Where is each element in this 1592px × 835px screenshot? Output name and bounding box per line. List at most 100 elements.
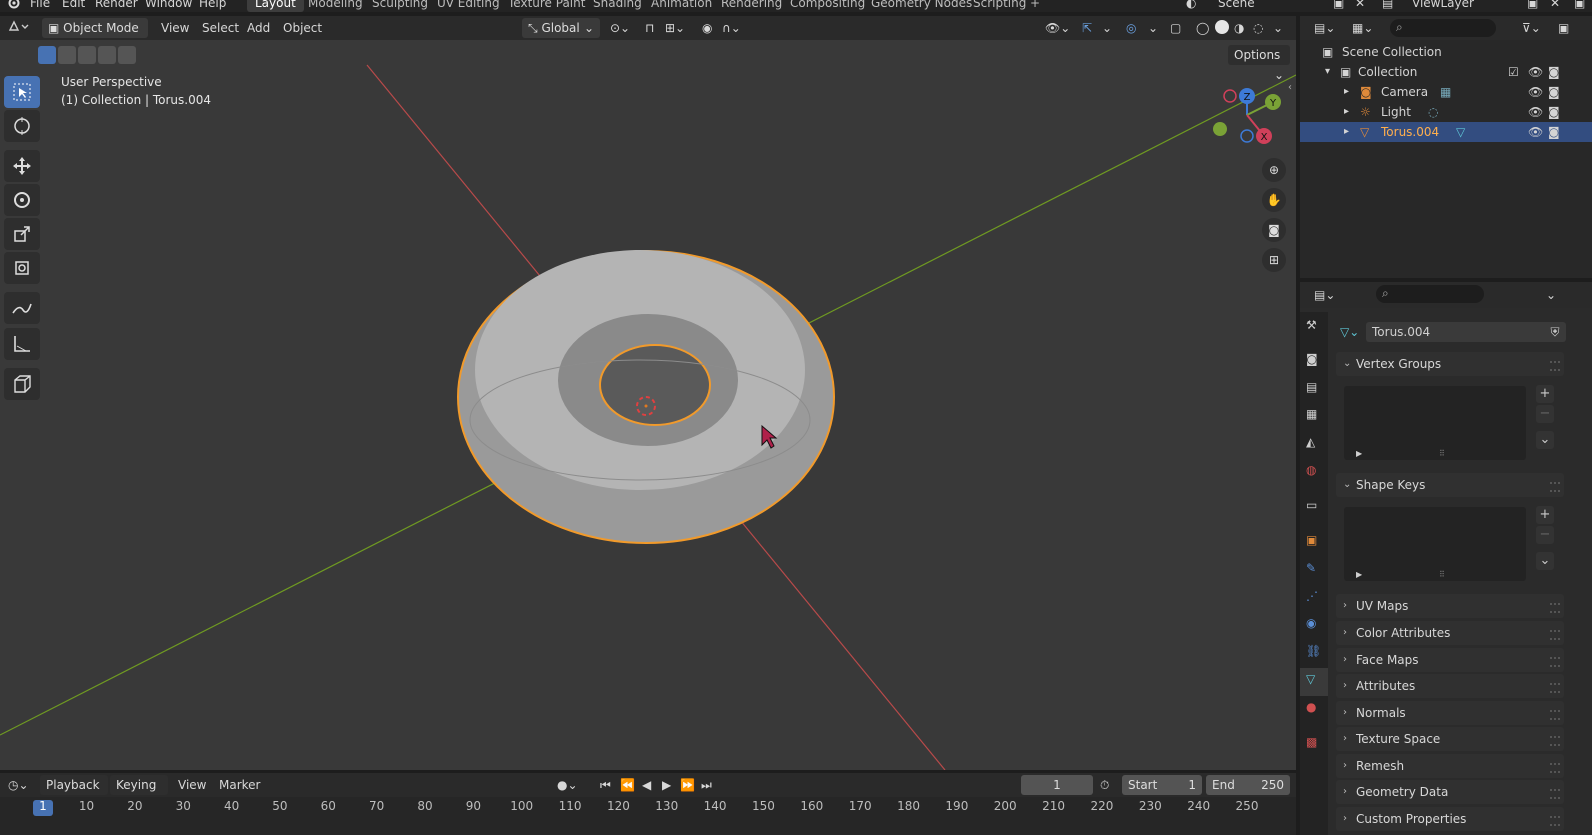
drag-grip-icon[interactable] <box>1550 361 1560 371</box>
drag-grip-icon[interactable] <box>1550 763 1560 773</box>
play-reverse-icon[interactable]: ◀ <box>642 775 651 795</box>
drag-grip-icon[interactable] <box>1550 736 1560 746</box>
scene-tab-icon[interactable]: ◭ <box>1306 435 1315 449</box>
render-camera-icon[interactable]: ◙ <box>1548 82 1560 102</box>
panel-custom-properties[interactable]: › Custom Properties <box>1336 807 1564 831</box>
outliner-row-scene-collection[interactable]: ▣ Scene Collection <box>1300 42 1592 62</box>
start-frame-field[interactable]: Start 1 <box>1122 775 1202 795</box>
jump-end-icon[interactable]: ⏭ <box>701 775 712 795</box>
scale-tool[interactable] <box>4 218 40 250</box>
remove-vertex-group-button[interactable]: − <box>1536 405 1554 423</box>
overlay-dropdown-icon[interactable]: ⌄ <box>1148 18 1158 38</box>
menu-object[interactable]: Object <box>283 18 322 38</box>
render-camera-icon[interactable]: ◙ <box>1548 62 1560 82</box>
add-shape-key-button[interactable]: + <box>1536 506 1554 524</box>
menu-edit[interactable]: Edit <box>62 0 85 10</box>
material-shading-icon[interactable]: ◑ <box>1234 18 1244 38</box>
gizmo-toggle-icon[interactable]: ⇱ <box>1082 18 1092 38</box>
menu-timeline-view[interactable]: View <box>178 775 206 795</box>
add-workspace-icon[interactable]: + <box>1030 0 1040 10</box>
panel-uv-maps[interactable]: › UV Maps <box>1336 594 1564 618</box>
current-frame-field[interactable]: 1 <box>1021 775 1093 795</box>
visibility-icon[interactable]: 👁⌄ <box>1045 18 1070 38</box>
list-resize-grip-icon[interactable]: ⠿ <box>1439 449 1445 458</box>
tab-shading[interactable]: Shading <box>593 0 642 10</box>
view-layer-tab-icon[interactable]: ▦ <box>1306 407 1317 421</box>
panel-color-attributes[interactable]: › Color Attributes <box>1336 621 1564 645</box>
outliner-row-camera[interactable]: ▸ ◙ Camera ▦ 👁 ◙ <box>1300 82 1592 102</box>
expand-arrow-icon[interactable]: ▸ <box>1344 102 1349 122</box>
render-camera-icon[interactable]: ◙ <box>1548 122 1560 142</box>
mesh-name-field[interactable]: Torus.004 <box>1366 322 1544 342</box>
particles-tab-icon[interactable]: ⋰ <box>1306 589 1318 603</box>
tab-modeling[interactable]: Modeling <box>308 0 363 10</box>
drag-grip-icon[interactable] <box>1550 482 1560 492</box>
drag-grip-icon[interactable] <box>1550 789 1560 799</box>
outliner-row-collection[interactable]: ▾ ▣ Collection ☑ 👁 ◙ <box>1300 62 1592 82</box>
vertex-groups-list[interactable]: ▶ ⠿ <box>1344 386 1526 460</box>
panel-texture-space[interactable]: › Texture Space <box>1336 727 1564 751</box>
tab-sculpting[interactable]: Sculpting <box>372 0 428 10</box>
tab-uv-editing[interactable]: UV Editing <box>437 0 500 10</box>
render-camera-icon[interactable]: ◙ <box>1548 102 1560 122</box>
tab-geometry-nodes[interactable]: Geometry Nodes <box>871 0 972 10</box>
eye-icon[interactable]: 👁 <box>1528 62 1543 82</box>
physics-tab-icon[interactable]: ◉ <box>1306 616 1316 630</box>
snap-icon[interactable]: ⊓ <box>645 18 654 38</box>
record-icon[interactable]: ●⌄ <box>557 775 578 795</box>
blender-logo-icon[interactable] <box>6 0 20 12</box>
panel-normals[interactable]: › Normals <box>1336 701 1564 725</box>
options-dropdown[interactable]: Options ⌄ <box>1228 45 1290 82</box>
list-resize-grip-icon[interactable]: ⠿ <box>1439 570 1445 579</box>
render-tab-icon[interactable]: ◙ <box>1306 352 1318 366</box>
outliner-row-light[interactable]: ▸ ☼ Light ◌ 👁 ◙ <box>1300 102 1592 122</box>
pivot-point-icon[interactable]: ⊙⌄ <box>610 18 630 38</box>
mode-dropdown[interactable]: ▣ Object Mode ⌄ <box>42 18 148 55</box>
add-vertex-group-button[interactable]: + <box>1536 385 1554 403</box>
new-view-layer-icon[interactable]: ▣ <box>1527 0 1538 10</box>
ortho-toggle-icon[interactable]: ⊞ <box>1262 248 1286 272</box>
eye-icon[interactable]: 👁 <box>1528 82 1543 102</box>
panel-attributes[interactable]: › Attributes <box>1336 674 1564 698</box>
new-scene-icon[interactable]: ▣ <box>1333 0 1344 10</box>
menu-select[interactable]: Select <box>202 18 239 38</box>
world-tab-icon[interactable]: ◍ <box>1306 463 1316 477</box>
overlay-toggle-icon[interactable]: ◎ <box>1126 18 1136 38</box>
zoom-icon[interactable]: ⊕ <box>1262 158 1286 182</box>
panel-shape-keys[interactable]: ⌄ Shape Keys <box>1336 473 1564 497</box>
expand-arrow-icon[interactable]: ▾ <box>1325 62 1330 82</box>
select-subtract-icon[interactable] <box>78 46 96 64</box>
view-layer-icon[interactable]: ▤ <box>1382 0 1393 10</box>
add-cube-tool[interactable] <box>4 368 40 400</box>
drag-grip-icon[interactable] <box>1550 816 1560 826</box>
modifier-tab-icon[interactable]: ✎ <box>1306 561 1316 575</box>
proportional-edit-icon[interactable]: ◉ <box>702 18 712 38</box>
snap-target-icon[interactable]: ⊞⌄ <box>665 18 685 38</box>
exclude-checkbox[interactable]: ☑ <box>1508 62 1519 82</box>
cursor-tool[interactable] <box>4 110 40 142</box>
outliner-search-input[interactable]: ⌕ <box>1390 19 1496 37</box>
camera-view-icon[interactable]: ◙ <box>1262 218 1286 242</box>
object-tab-icon[interactable]: ▣ <box>1306 533 1317 547</box>
tab-texture-paint[interactable]: Texture Paint <box>508 0 585 10</box>
menu-render[interactable]: Render <box>95 0 138 10</box>
tab-compositing[interactable]: Compositing <box>790 0 865 10</box>
keying-menu[interactable]: Keying⌄ <box>110 775 168 812</box>
menu-add[interactable]: Add <box>247 18 270 38</box>
constraints-tab-icon[interactable]: ⛓ <box>1306 644 1321 658</box>
expand-arrow-icon[interactable]: ▸ <box>1344 122 1349 142</box>
play-icon[interactable]: ▶ <box>662 775 671 795</box>
menu-file[interactable]: File <box>30 0 50 10</box>
texture-tab-icon[interactable]: ▩ <box>1306 735 1317 749</box>
tab-rendering[interactable]: Rendering <box>721 0 782 10</box>
shape-key-specials-icon[interactable]: ⌄ <box>1536 552 1554 570</box>
panel-vertex-groups[interactable]: ⌄ Vertex Groups <box>1336 352 1564 376</box>
rendered-shading-icon[interactable]: ◌ <box>1253 18 1263 38</box>
data-tab-active[interactable]: ▽ <box>1300 668 1328 696</box>
drag-grip-icon[interactable] <box>1550 710 1560 720</box>
scene-name-field[interactable]: Scene <box>1218 0 1255 10</box>
editor-type-icon[interactable] <box>8 18 32 40</box>
preview-range-icon[interactable]: ⏱ <box>1100 775 1109 795</box>
transform-orientation-dropdown[interactable]: ⤡ Global ⌄ <box>522 18 600 38</box>
drag-grip-icon[interactable] <box>1550 630 1560 640</box>
